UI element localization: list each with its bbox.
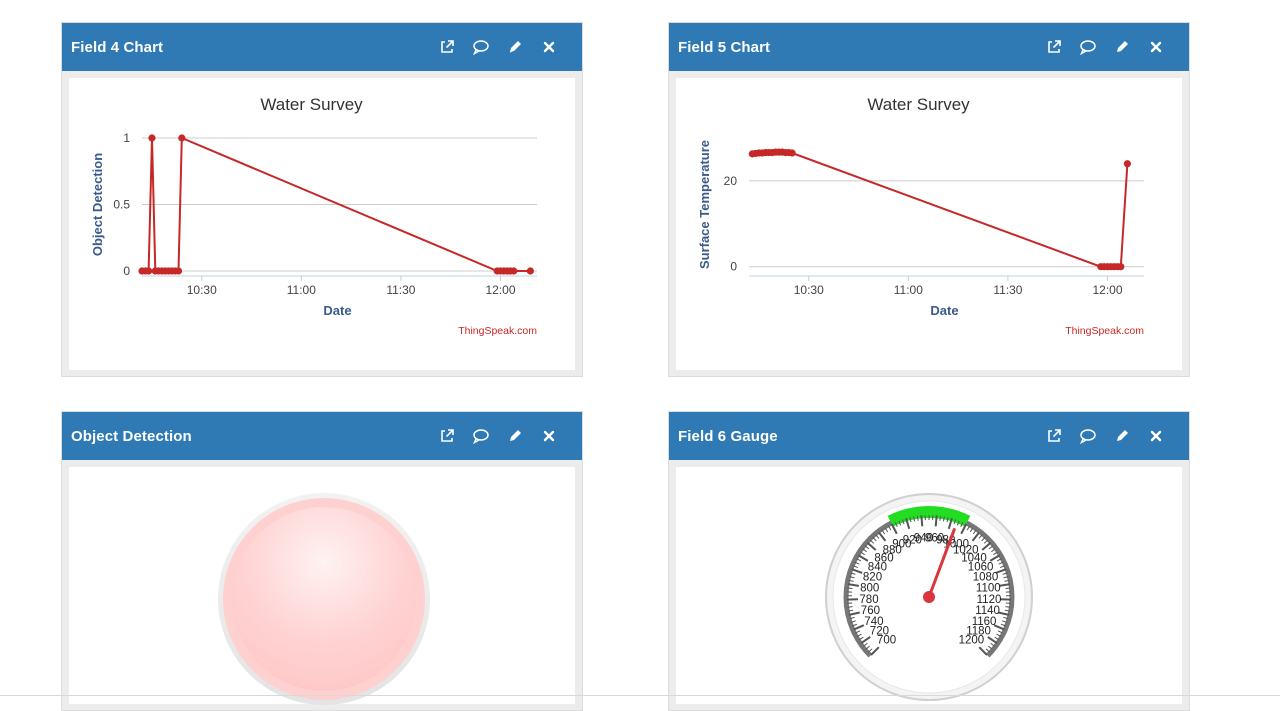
external-link-icon[interactable] — [1044, 37, 1064, 57]
widget-body: Water Survey 0 0.5 1 10:30 11:00 11:30 12:00 Dat… — [62, 71, 582, 376]
chart-title: Water Survey — [260, 95, 363, 114]
data-point — [178, 134, 185, 141]
widget-tools — [437, 426, 559, 446]
chart-panel: Water Survey 0 0.5 1 10:30 11:00 11:30 12:00 Dat… — [69, 78, 575, 370]
gauge-minor-tick — [848, 607, 853, 608]
gauge-major-tick — [936, 515, 937, 526]
gauge-minor-tick — [1006, 588, 1011, 589]
external-link-icon[interactable] — [437, 37, 457, 57]
data-point — [510, 267, 517, 274]
chart-credit: ThingSpeak.com — [458, 325, 537, 337]
gauge-label: 820 — [863, 572, 882, 584]
data-point — [1117, 263, 1124, 270]
x-tick-label: 10:30 — [187, 283, 217, 297]
data-point — [527, 267, 534, 274]
y-tick-label: 0.5 — [113, 198, 130, 212]
x-tick-label: 11:30 — [993, 283, 1022, 297]
gauge-panel: 7007207407607808008208408608809009209409… — [676, 467, 1182, 704]
gauge-minor-tick — [917, 516, 918, 521]
object-detection-widget: Object Detection — [61, 411, 583, 711]
x-tick-label: 10:30 — [794, 283, 824, 297]
data-point — [148, 134, 155, 141]
edit-icon[interactable] — [1112, 426, 1132, 446]
gauge-label: 1200 — [959, 634, 985, 646]
field6-gauge-widget: Field 6 Gauge 70072074076078080082084086… — [668, 411, 1190, 711]
chart-panel: Water Survey 0 20 10:30 11:00 11:30 12:00 Date S… — [676, 78, 1182, 370]
comment-icon[interactable] — [1078, 426, 1098, 446]
widget-header: Field 6 Gauge — [669, 412, 1189, 460]
widget-body — [62, 460, 582, 710]
gauge-label: 780 — [859, 594, 878, 606]
comment-icon[interactable] — [471, 426, 491, 446]
line-chart: Water Survey 0 0.5 1 10:30 11:00 11:30 12:00 Dat… — [69, 78, 575, 370]
gauge-label: 760 — [861, 605, 880, 617]
widget-body: 7007207407607808008208408608809009209409… — [669, 460, 1189, 710]
data-point — [175, 267, 182, 274]
widget-title: Field 4 Chart — [71, 39, 437, 56]
gauge-minor-tick — [847, 588, 852, 589]
chart-title: Water Survey — [867, 95, 970, 114]
widget-title: Field 6 Gauge — [678, 428, 1044, 445]
widget-title: Object Detection — [71, 428, 437, 445]
gauge-hub — [923, 591, 935, 603]
close-icon[interactable] — [1146, 37, 1166, 57]
widget-tools — [1044, 426, 1166, 446]
y-axis-label: Object Detection — [90, 153, 105, 256]
x-tick-label: 11:00 — [287, 283, 316, 297]
y-tick-label: 0 — [123, 264, 130, 278]
widget-tools — [1044, 37, 1166, 57]
field5-chart-widget: Field 5 Chart Water Survey 0 20 10:30 11:00 1… — [668, 22, 1190, 377]
external-link-icon[interactable] — [1044, 426, 1064, 446]
data-point — [789, 149, 796, 156]
x-tick-label: 11:00 — [894, 283, 923, 297]
edit-icon[interactable] — [505, 37, 525, 57]
gauge-minor-tick — [940, 516, 941, 521]
widget-header: Field 4 Chart — [62, 23, 582, 71]
comment-icon[interactable] — [471, 37, 491, 57]
indicator-lamp — [69, 467, 575, 707]
edit-icon[interactable] — [505, 426, 525, 446]
x-tick-label: 12:00 — [485, 283, 515, 297]
gauge: 7007207407607808008208408608809009209409… — [676, 467, 1182, 707]
x-tick-label: 11:30 — [386, 283, 415, 297]
gauge-label: 800 — [860, 583, 879, 595]
line-chart: Water Survey 0 20 10:30 11:00 11:30 12:00 Date S… — [676, 78, 1182, 370]
widget-tools — [437, 37, 559, 57]
edit-icon[interactable] — [1112, 37, 1132, 57]
gauge-label: 1120 — [977, 594, 1002, 606]
data-point — [1124, 160, 1131, 167]
close-icon[interactable] — [539, 426, 559, 446]
gauge-label: 1100 — [976, 583, 1001, 595]
widget-title: Field 5 Chart — [678, 39, 1044, 56]
field4-chart-widget: Field 4 Chart Water Survey 0 0.5 1 10:30 11:0… — [61, 22, 583, 377]
chart-credit: ThingSpeak.com — [1065, 325, 1144, 337]
gauge-label: 740 — [864, 616, 883, 628]
lamp-panel — [69, 467, 575, 704]
close-icon[interactable] — [539, 37, 559, 57]
lamp-glass — [232, 507, 416, 691]
close-icon[interactable] — [1146, 426, 1166, 446]
widget-header: Field 5 Chart — [669, 23, 1189, 71]
x-axis-label: Date — [930, 303, 958, 318]
comment-icon[interactable] — [1078, 37, 1098, 57]
data-point — [145, 267, 152, 274]
gauge-minor-tick — [1005, 607, 1010, 608]
series-line — [752, 152, 1127, 267]
y-tick-label: 20 — [724, 174, 738, 188]
y-tick-label: 0 — [730, 260, 737, 274]
x-axis-label: Date — [323, 303, 351, 318]
widget-body: Water Survey 0 20 10:30 11:00 11:30 12:00 Date S… — [669, 71, 1189, 376]
widget-header: Object Detection — [62, 412, 582, 460]
x-tick-label: 12:00 — [1092, 283, 1122, 297]
y-tick-label: 1 — [123, 131, 130, 145]
y-axis-label: Surface Temperature — [697, 140, 712, 269]
gauge-major-tick — [921, 515, 922, 526]
external-link-icon[interactable] — [437, 426, 457, 446]
